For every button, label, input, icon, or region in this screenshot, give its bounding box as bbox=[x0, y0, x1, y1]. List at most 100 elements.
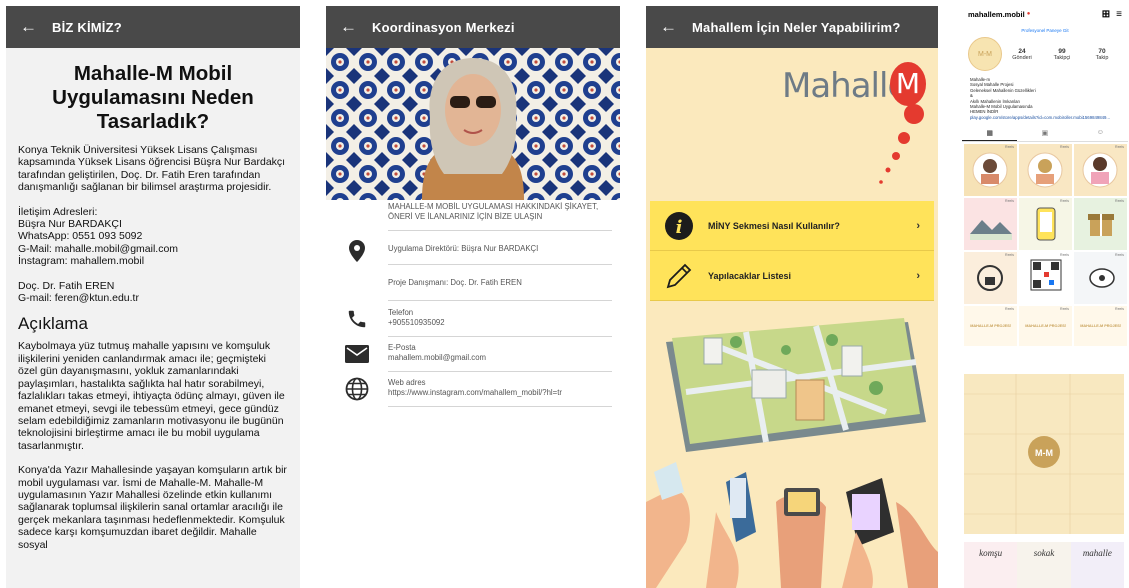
screenshot-collage: ← BİZ KİMİZ? Mahalle-M Mobil Uygulamasın… bbox=[0, 0, 1129, 588]
profile-header: mahallem.mobil ● ⊞ ≡ bbox=[962, 6, 1128, 22]
contact-instagram: İnstagram: mahallem.mobil bbox=[18, 255, 145, 268]
post-thumbnail[interactable]: Reels bbox=[964, 252, 1017, 305]
app-bar-title: Koordinasyon Merkezi bbox=[372, 19, 515, 35]
action-menu: i MİNY Sekmesi Nasıl Kullanılır? › Yapıl… bbox=[650, 201, 934, 301]
page-heading: Mahalle-M Mobil Uygulamasını Neden Tasar… bbox=[52, 62, 254, 133]
post-thumbnail[interactable]: Reels bbox=[1074, 252, 1127, 305]
back-arrow-icon[interactable]: ← bbox=[20, 17, 46, 37]
bio-link[interactable]: play.google.com/store/apps/details?id=co… bbox=[970, 115, 1120, 120]
mail-icon bbox=[340, 337, 374, 371]
svg-text:i: i bbox=[676, 217, 683, 238]
description-paragraph-2: Konya'da Yazır Mahallesinde yaşayan komş… bbox=[18, 464, 287, 551]
email-block: E-Posta mahallem.mobil@gmail.com bbox=[388, 337, 612, 372]
phone-block: Telefon +905510935092 bbox=[388, 302, 612, 337]
post-thumbnail[interactable]: Reels bbox=[1074, 144, 1127, 197]
tab-grid[interactable]: ▦ bbox=[962, 126, 1018, 142]
chevron-right-icon: › bbox=[916, 269, 920, 282]
director-row: Uygulama Direktörü: Büşra Nur BARDAKÇI bbox=[326, 234, 620, 268]
menu-item-todo-list[interactable]: Yapılacaklar Listesi › bbox=[650, 251, 934, 301]
profile-tabs: ▦ ▣ ☺ bbox=[962, 126, 1128, 143]
web-value: https://www.instagram.com/mahallem_mobil… bbox=[388, 388, 562, 397]
banner-word: mahalle bbox=[1070, 542, 1124, 588]
advisor-name: Doç. Dr. Fatih EREN bbox=[18, 279, 115, 292]
grid-icon: ▦ bbox=[986, 130, 993, 138]
web-row[interactable]: Web adres https://www.instagram.com/maha… bbox=[326, 372, 620, 407]
add-post-icon[interactable]: ⊞ bbox=[1102, 9, 1110, 20]
reels-icon: ▣ bbox=[1041, 130, 1049, 138]
instagram-profile-screen: mahallem.mobil ● ⊞ ≡ Profesyonel Paneye … bbox=[962, 6, 1128, 588]
advisor-mail: G-mail: feren@ktun.edu.tr bbox=[18, 292, 139, 305]
contact-name: Büşra Nur BARDAKÇI bbox=[18, 218, 122, 231]
email-label: E-Posta bbox=[388, 343, 416, 352]
advisor-row: Proje Danışmanı: Doç. Dr. Fatih EREN bbox=[326, 268, 620, 302]
avatar[interactable]: M-M bbox=[968, 37, 1002, 71]
info-icon: i bbox=[665, 211, 693, 240]
profile-bio: Mahalle-m Sosyal Mahalle Projesi Gelenek… bbox=[962, 71, 1128, 120]
back-arrow-icon[interactable]: ← bbox=[660, 17, 686, 37]
post-thumbnail[interactable]: Reels bbox=[964, 144, 1017, 197]
email-row[interactable]: E-Posta mahallem.mobil@gmail.com bbox=[326, 337, 620, 372]
logo-badge: M bbox=[890, 62, 926, 106]
stat-posts[interactable]: 24 Gönderi bbox=[1002, 48, 1042, 61]
post-thumbnail[interactable]: Reels bbox=[1019, 144, 1072, 197]
logo-dots bbox=[879, 104, 924, 184]
contact-title: İletişim Adresleri: bbox=[18, 205, 98, 218]
post-thumbnail[interactable]: Reels bbox=[1019, 252, 1072, 305]
advisor-text: Proje Danışmanı: Doç. Dr. Fatih EREN bbox=[388, 268, 612, 301]
director-photo bbox=[326, 48, 620, 200]
tagged-icon: ☺ bbox=[1096, 129, 1104, 137]
description-paragraph-1: Kaybolmaya yüz tutmuş mahalle yapısını v… bbox=[18, 340, 285, 452]
phone-label: Telefon bbox=[388, 308, 414, 317]
mosaic-banner[interactable]: M-M bbox=[964, 374, 1124, 534]
director-text: Uygulama Direktörü: Büşra Nur BARDAKÇI bbox=[388, 234, 612, 265]
profile-stats: M-M 24 Gönderi 99 Takipçi 70 Takip bbox=[962, 37, 1128, 71]
app-bar-title: Mahallem İçin Neler Yapabilirim? bbox=[692, 19, 901, 35]
tab-reels[interactable]: ▣ bbox=[1017, 126, 1072, 141]
chevron-right-icon: › bbox=[916, 219, 920, 232]
professional-panel-link[interactable]: Profesyonel Paneye Git bbox=[962, 28, 1128, 33]
post-thumbnail[interactable]: Reels bbox=[1019, 198, 1072, 251]
notice-text: MAHALLE-M MOBİL UYGULAMASI HAKKINDAKİ Şİ… bbox=[388, 200, 612, 231]
web-label: Web adres bbox=[388, 378, 426, 387]
about-us-screen: ← BİZ KİMİZ? Mahalle-M Mobil Uygulamasın… bbox=[6, 6, 300, 588]
banner-word: komşu bbox=[964, 542, 1018, 588]
app-bar: ← Mahallem İçin Neler Yapabilirim? bbox=[646, 6, 938, 48]
notification-dot-icon: ● bbox=[1026, 11, 1031, 17]
coordination-center-screen: ← Koordinasyon Merkezi MAHALLE-M MOBİL U… bbox=[326, 6, 620, 588]
post-card[interactable]: Reels MAHALLE-M PROJESİ bbox=[1019, 306, 1072, 347]
app-bar: ← Koordinasyon Merkezi bbox=[326, 6, 620, 48]
location-pin-icon bbox=[340, 234, 374, 268]
post-card[interactable]: Reels MAHALLE-M PROJESİ bbox=[1074, 306, 1127, 347]
contact-gmail: G-Mail: mahalle.mobil@gmail.com bbox=[18, 242, 179, 255]
phone-icon bbox=[340, 302, 374, 336]
email-value: mahallem.mobil@gmail.com bbox=[388, 353, 487, 362]
menu-item-label: MİNY Sekmesi Nasıl Kullanılır? bbox=[708, 220, 840, 231]
app-bar: ← BİZ KİMİZ? bbox=[6, 6, 300, 48]
web-block: Web adres https://www.instagram.com/maha… bbox=[388, 372, 612, 407]
what-can-i-do-screen: ← Mahallem İçin Neler Yapabilirim? Mahal… bbox=[646, 6, 938, 588]
stat-following[interactable]: 70 Takip bbox=[1082, 48, 1122, 61]
about-content[interactable]: Mahalle-M Mobil Uygulamasını Neden Tasar… bbox=[6, 48, 300, 551]
banner-word: sokak bbox=[1017, 542, 1071, 588]
banner-logo: M-M bbox=[1035, 448, 1053, 458]
back-arrow-icon[interactable]: ← bbox=[340, 17, 366, 37]
stat-followers[interactable]: 99 Takipçi bbox=[1042, 48, 1082, 61]
phone-row[interactable]: Telefon +905510935092 bbox=[326, 302, 620, 337]
menu-icon[interactable]: ≡ bbox=[1116, 9, 1122, 20]
banner-strip[interactable]: komşu sokak mahalle bbox=[964, 542, 1124, 588]
app-bar-title: BİZ KİMİZ? bbox=[52, 19, 122, 35]
post-card[interactable]: Reels MAHALLE-M PROJESİ bbox=[964, 306, 1017, 347]
post-thumbnail[interactable]: Reels bbox=[964, 198, 1017, 251]
tab-tagged[interactable]: ☺ bbox=[1073, 126, 1128, 141]
post-thumbnail[interactable]: Reels bbox=[1074, 198, 1127, 251]
avatar-text: M-M bbox=[978, 50, 992, 58]
globe-icon bbox=[340, 372, 374, 406]
intro-text: Konya Teknik Üniversitesi Yüksek Lisans … bbox=[18, 144, 286, 194]
phone-value: +905510935092 bbox=[388, 318, 445, 327]
menu-item-miny-howto[interactable]: i MİNY Sekmesi Nasıl Kullanılır? › bbox=[650, 201, 934, 251]
pencil-icon bbox=[666, 263, 692, 288]
city-phone-illustration bbox=[646, 302, 938, 588]
post-grid: Reels Reels Reels Reels Reels Reels Reel… bbox=[962, 142, 1128, 348]
notice-row: MAHALLE-M MOBİL UYGULAMASI HAKKINDAKİ Şİ… bbox=[326, 200, 620, 234]
username[interactable]: mahallem.mobil bbox=[968, 10, 1025, 19]
